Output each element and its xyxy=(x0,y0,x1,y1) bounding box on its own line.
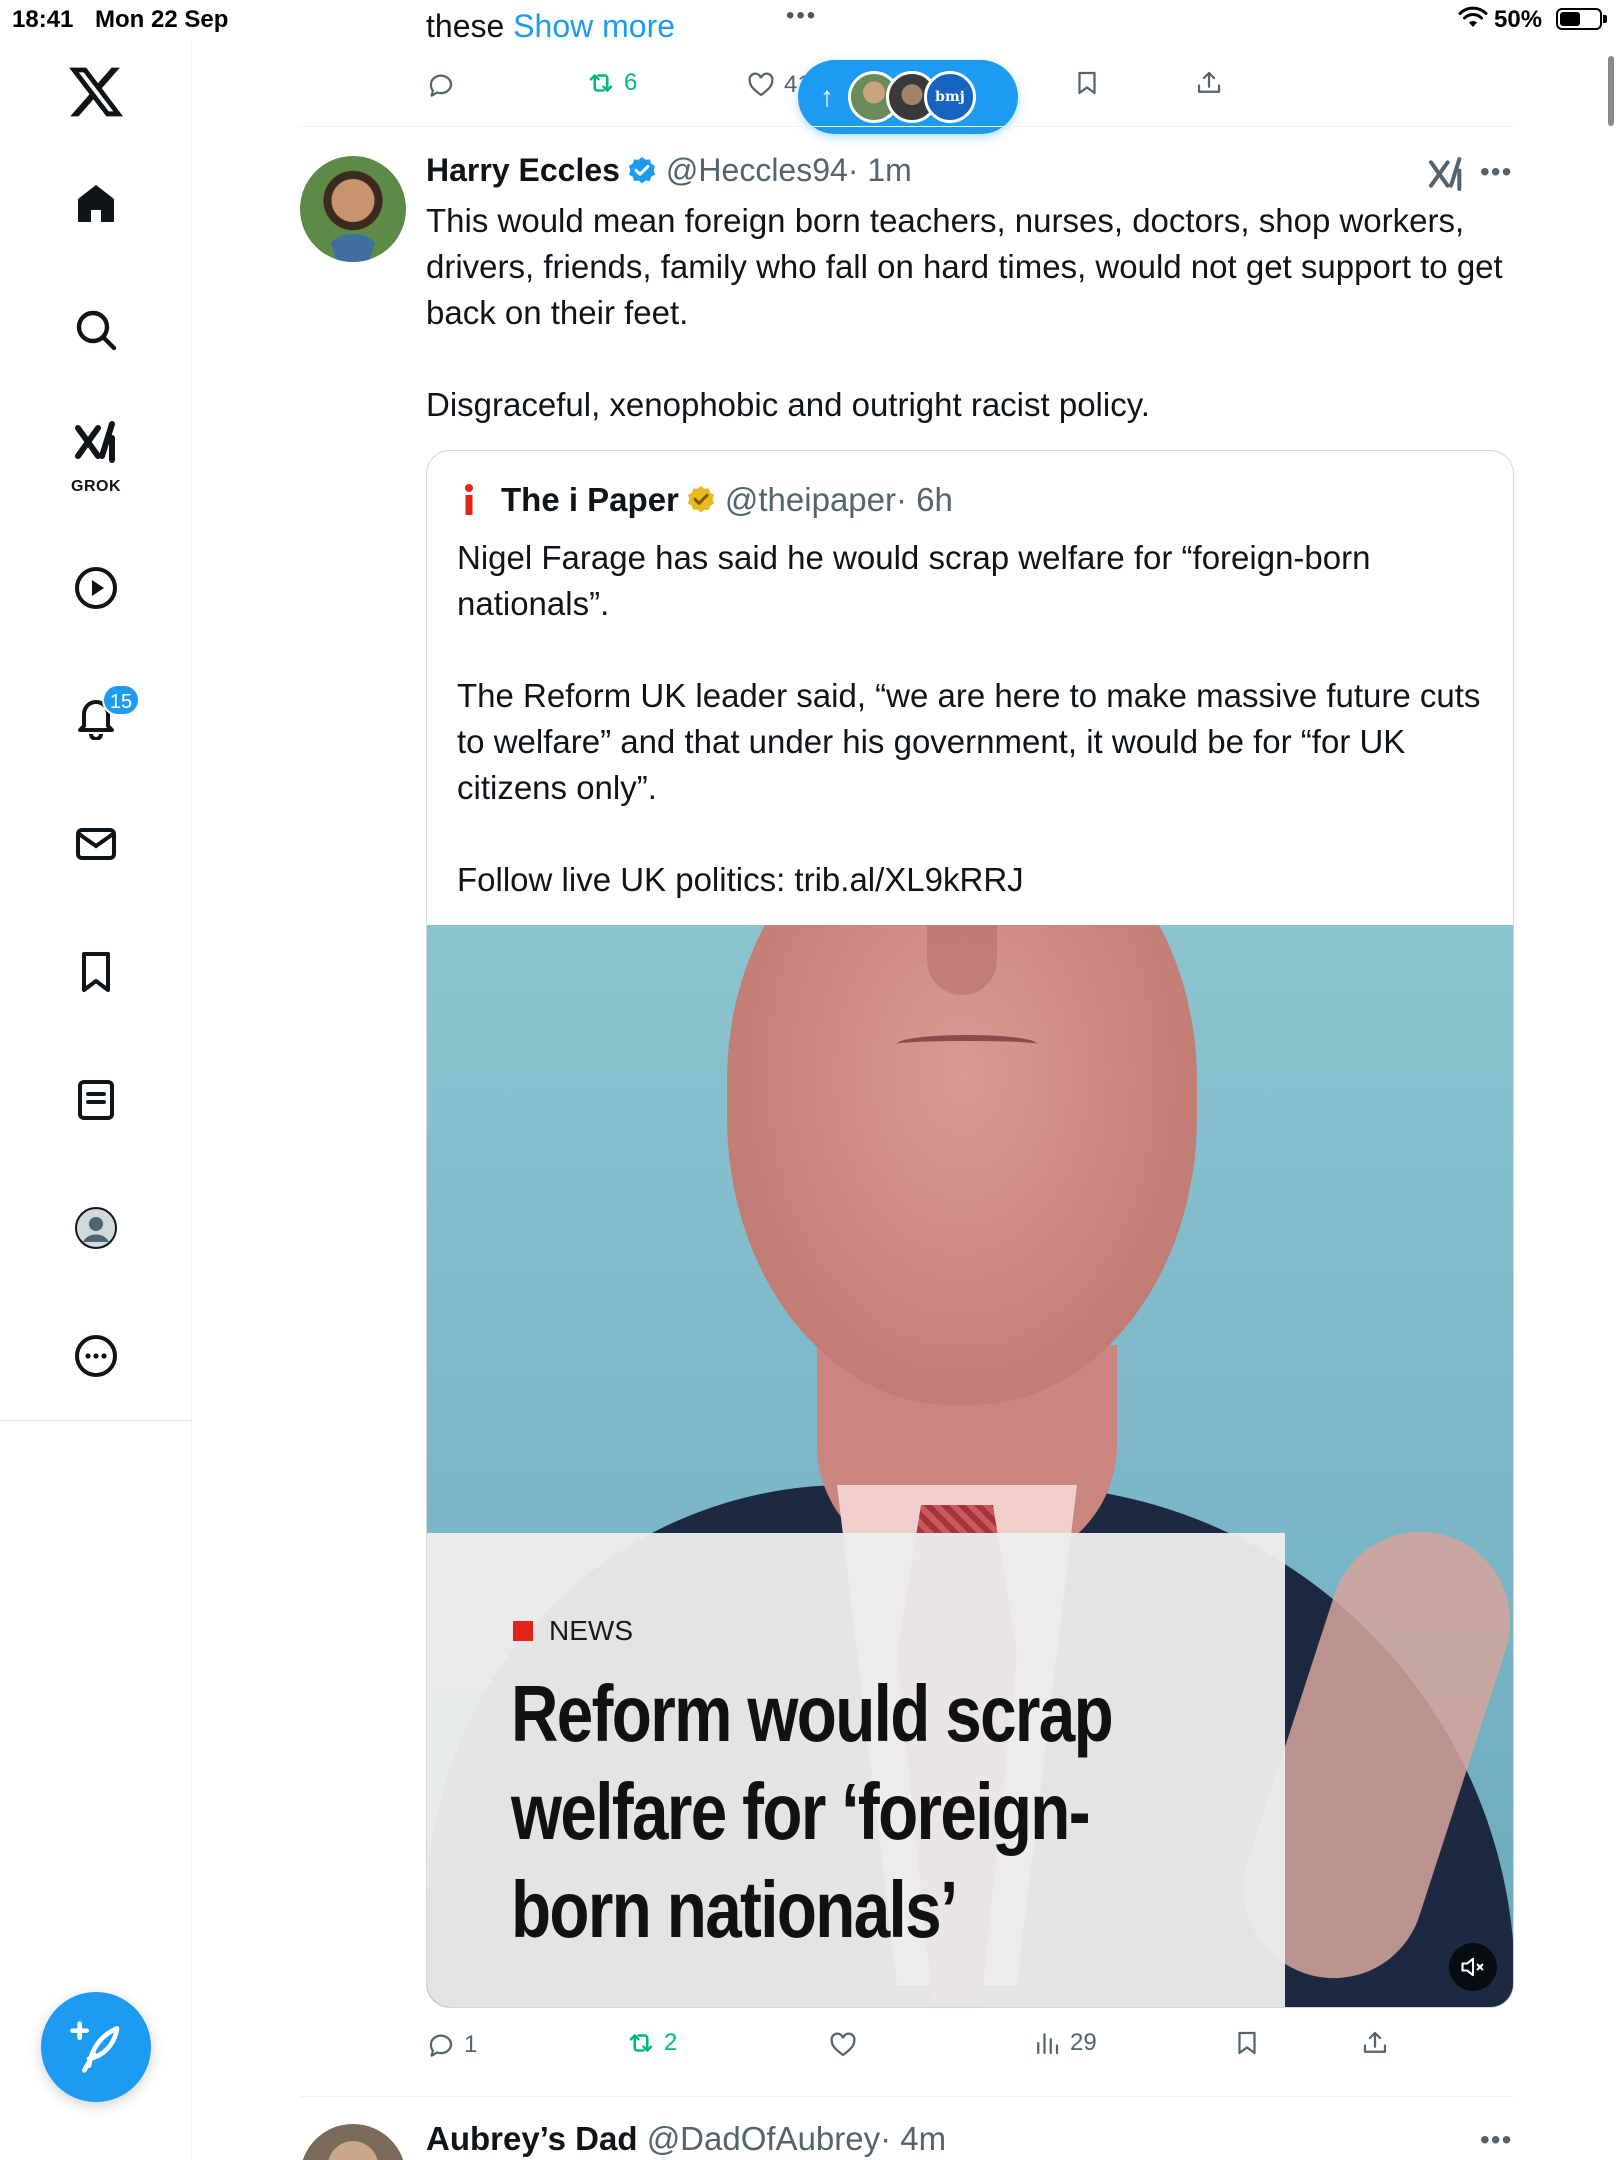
profile-icon xyxy=(75,1207,117,1249)
tweet-text: This would mean foreign born teachers, n… xyxy=(426,202,1503,423)
quoted-tweet-time: · 6h xyxy=(896,481,953,518)
prev-reply-button[interactable] xyxy=(426,70,456,100)
compose-feather-icon xyxy=(70,2021,120,2073)
multitasking-dots-icon[interactable]: ••• xyxy=(786,2,817,30)
video-media[interactable]: NEWS Reform would scrap welfare for ‘for… xyxy=(427,925,1513,2007)
share-icon xyxy=(1363,2031,1387,2053)
sidebar-divider xyxy=(0,1420,192,1421)
prev-share-button[interactable] xyxy=(1194,68,1224,98)
grok-label: GROK xyxy=(71,478,121,495)
quoted-tweet-header: The i Paper @theipaper · 6h xyxy=(457,481,953,519)
reply-icon xyxy=(429,2034,453,2057)
nav-more[interactable] xyxy=(56,1316,136,1396)
speaker-muted-icon xyxy=(1461,1957,1484,1977)
quoted-tweet[interactable]: The i Paper @theipaper · 6h Nigel Farage … xyxy=(426,450,1514,2008)
prev-retweet-count: 6 xyxy=(624,69,638,96)
battery-icon xyxy=(1556,8,1607,30)
next-tweet-time[interactable]: · 4m xyxy=(880,2120,946,2157)
bookmark-icon xyxy=(1238,2031,1256,2055)
nav-home[interactable] xyxy=(56,164,136,244)
search-icon xyxy=(76,310,117,351)
nav-video[interactable] xyxy=(56,548,136,628)
arrow-up-icon: ↑ xyxy=(820,81,834,112)
verified-badge-icon xyxy=(628,156,655,183)
status-date: Mon 22 Sep xyxy=(95,6,229,33)
author-handle[interactable]: @Heccles94 xyxy=(666,152,848,189)
retweet-icon xyxy=(589,74,613,92)
x-logo-icon[interactable] xyxy=(66,62,126,122)
tweet-divider xyxy=(300,126,1514,127)
tweet-more-icon[interactable]: ••• xyxy=(1480,2124,1512,2156)
views-button[interactable]: 29 xyxy=(1032,2028,1097,2058)
views-count: 29 xyxy=(1070,2029,1097,2056)
play-icon xyxy=(75,567,117,609)
news-tag: NEWS xyxy=(513,1615,633,1647)
tweet-time[interactable]: · 1m xyxy=(848,152,912,189)
nav-grok[interactable] xyxy=(56,402,136,482)
share-button[interactable] xyxy=(1360,2028,1390,2058)
reply-button[interactable]: 1 xyxy=(426,2030,477,2060)
like-button[interactable] xyxy=(828,2030,858,2060)
reply-icon xyxy=(429,74,453,97)
home-icon xyxy=(78,185,114,222)
grok-explain-icon[interactable] xyxy=(1426,154,1466,194)
heart-icon xyxy=(830,2032,856,2057)
retweet-button[interactable]: 2 xyxy=(626,2028,677,2058)
retweet-icon xyxy=(629,2034,653,2052)
reply-count: 1 xyxy=(464,2031,478,2058)
sidebar: GROK 15 xyxy=(0,40,192,2160)
status-time: 18:41 xyxy=(12,6,74,33)
wifi-icon xyxy=(1458,6,1488,27)
author-name[interactable]: Harry Eccles xyxy=(426,152,620,189)
grok-icon xyxy=(75,421,115,463)
news-square-icon xyxy=(513,1621,533,1641)
nav-messages[interactable] xyxy=(56,804,136,884)
gold-verified-badge-icon xyxy=(687,486,714,513)
news-tag-label: NEWS xyxy=(549,1615,633,1646)
quoted-author-name: The i Paper xyxy=(501,481,679,518)
scroll-indicator[interactable] xyxy=(1608,56,1614,126)
prev-retweet-button[interactable]: 6 xyxy=(586,68,637,98)
nav-bookmarks[interactable] xyxy=(56,932,136,1012)
previous-tweet-text-end: these xyxy=(426,8,514,44)
tweet-divider xyxy=(300,2096,1514,2097)
mail-icon xyxy=(76,828,116,860)
notification-badge: 15 xyxy=(102,684,140,716)
tweet-header: Harry Eccles @Heccles94 · 1m xyxy=(426,152,912,189)
bookmark-button[interactable] xyxy=(1232,2028,1262,2058)
analytics-bars-icon xyxy=(1037,2033,1059,2055)
i-paper-logo-icon xyxy=(465,484,473,515)
news-headline: Reform would scrap welfare for ‘foreign-… xyxy=(511,1669,1114,1954)
retweet-count: 2 xyxy=(664,2029,678,2056)
tweet-more-icon[interactable]: ••• xyxy=(1480,156,1512,188)
mute-button[interactable] xyxy=(1449,1943,1497,1991)
share-icon xyxy=(1197,71,1221,93)
nav-profile[interactable] xyxy=(56,1188,136,1268)
battery-percent: 50% xyxy=(1494,6,1543,33)
avatar[interactable] xyxy=(300,2124,406,2160)
more-circle-icon xyxy=(75,1335,117,1377)
bookmark-icon xyxy=(1078,71,1096,95)
previous-tweet-text: these Show more xyxy=(426,8,675,45)
bookmark-icon xyxy=(82,952,110,992)
new-posts-pill[interactable]: ↑ bmj xyxy=(798,60,1018,134)
new-post-avatar: bmj xyxy=(924,71,976,123)
next-author-handle[interactable]: @DadOfAubrey xyxy=(647,2120,880,2157)
heart-icon xyxy=(748,72,774,97)
next-author-name[interactable]: Aubrey’s Dad xyxy=(426,2120,638,2157)
nav-lists[interactable] xyxy=(56,1060,136,1140)
nav-search[interactable] xyxy=(56,290,136,370)
compose-button[interactable] xyxy=(41,1992,151,2102)
show-more-link[interactable]: Show more xyxy=(513,8,675,44)
quoted-author-handle: @theipaper xyxy=(724,481,896,518)
status-bar: 18:41 Mon 22 Sep ••• 50% xyxy=(0,0,1620,40)
avatar[interactable] xyxy=(300,156,406,262)
news-headline-card: NEWS Reform would scrap welfare for ‘for… xyxy=(427,1533,1285,2007)
quoted-tweet-text: Nigel Farage has said he would scrap wel… xyxy=(457,539,1481,898)
list-icon xyxy=(78,1080,114,1120)
next-tweet-header: Aubrey’s Dad @DadOfAubrey· 4m xyxy=(426,2120,946,2158)
prev-bookmark-button[interactable] xyxy=(1072,68,1102,98)
